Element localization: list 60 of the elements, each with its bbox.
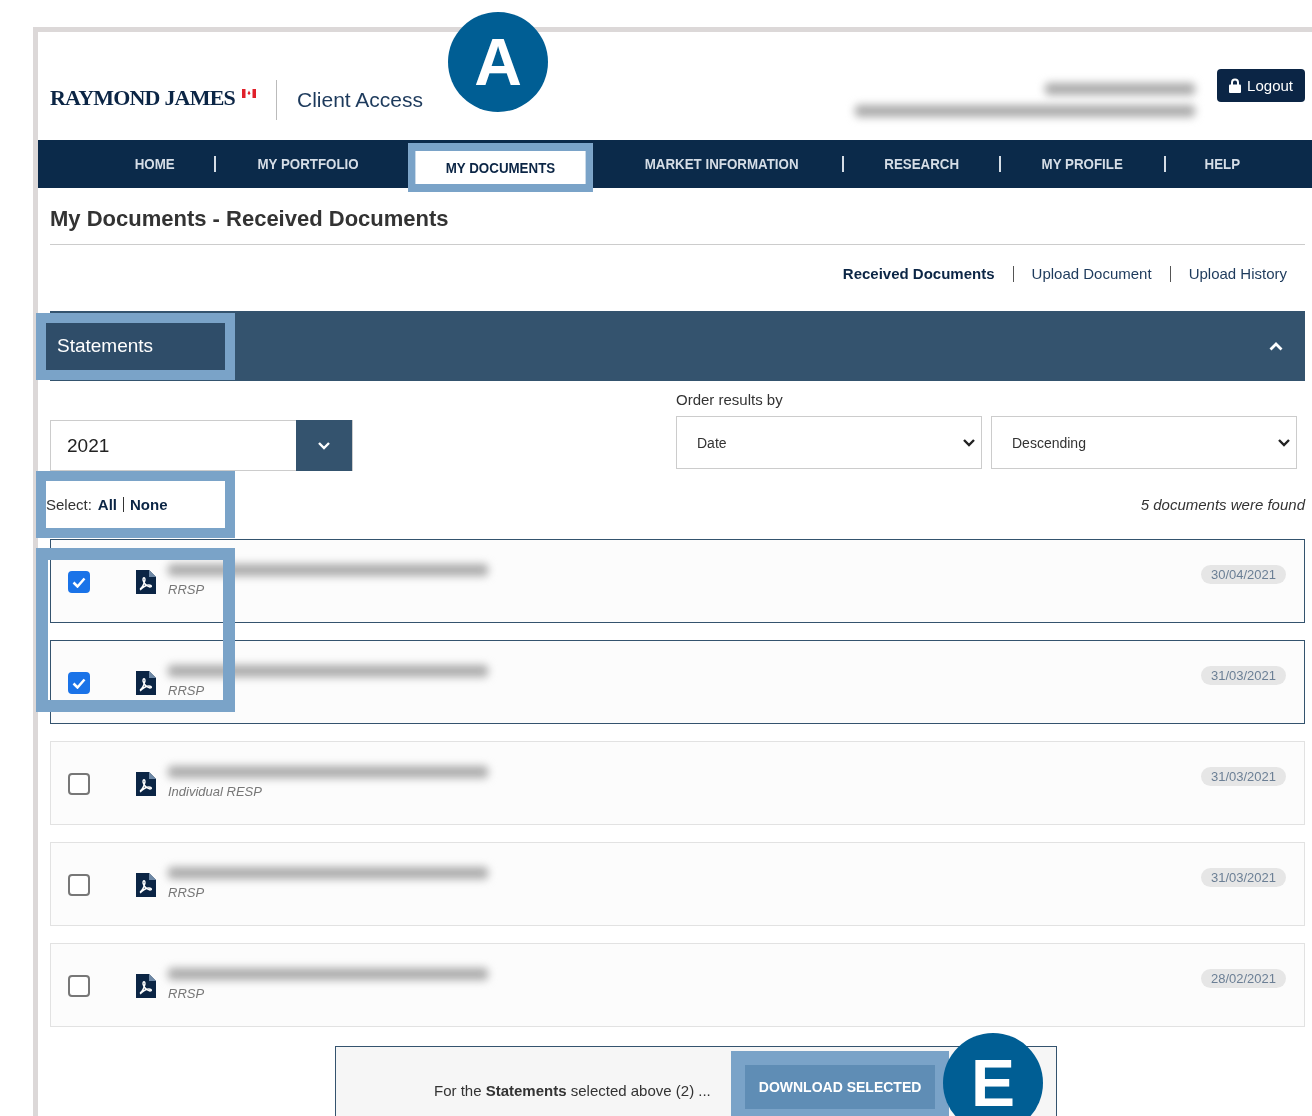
document-row[interactable]: Individual RESP 31/03/2021 <box>50 741 1305 825</box>
pdf-icon <box>136 873 156 897</box>
date-badge: 30/04/2021 <box>1200 565 1286 584</box>
date-badge: 31/03/2021 <box>1200 666 1286 685</box>
nav-tab[interactable]: MY PROFILE <box>1007 156 1158 172</box>
download-button[interactable]: DOWNLOAD SELECTED <box>744 1065 936 1109</box>
pdf-icon <box>136 671 156 695</box>
check-icon <box>72 576 86 588</box>
account-type: RRSP <box>168 986 206 1001</box>
checkbox[interactable] <box>68 672 90 694</box>
pdf-icon <box>136 570 156 594</box>
document-row[interactable]: RRSP 30/04/2021 <box>50 539 1305 623</box>
document-row[interactable]: RRSP 28/02/2021 <box>50 943 1305 1027</box>
nav-tab[interactable]: MARKET INFORMATION <box>610 156 833 172</box>
document-row[interactable]: RRSP 31/03/2021 <box>50 842 1305 926</box>
direction-select[interactable]: Descending <box>991 416 1297 469</box>
checkbox[interactable] <box>68 571 90 593</box>
caret-icon <box>1278 438 1290 447</box>
checkbox[interactable] <box>68 874 90 896</box>
select-all-link[interactable]: All <box>97 496 118 513</box>
nav-tab[interactable]: HELP <box>1170 156 1274 172</box>
select-none-link[interactable]: None <box>130 496 168 513</box>
checkbox[interactable] <box>68 773 90 795</box>
logout-button[interactable]: Logout <box>1217 68 1305 102</box>
date-badge: 31/03/2021 <box>1200 868 1286 887</box>
chevron-up-icon[interactable] <box>1269 341 1283 351</box>
page-title: My Documents - Received Documents <box>50 206 1305 245</box>
chevron-down-icon <box>318 441 330 450</box>
caret-icon <box>963 438 975 447</box>
date-badge: 28/02/2021 <box>1200 969 1286 988</box>
sub-link[interactable]: Received Documents <box>842 265 995 282</box>
result-count: 5 documents were found <box>1140 496 1305 513</box>
document-row[interactable]: RRSP 31/03/2021 <box>50 640 1305 724</box>
checkbox[interactable] <box>68 975 90 997</box>
account-type: Individual RESP <box>168 784 263 799</box>
section-title[interactable]: Statements <box>36 312 235 380</box>
year-select[interactable]: 2021 <box>50 420 353 471</box>
nav-tab[interactable]: HOME <box>100 156 209 172</box>
footer-text: For the Statements selected above (2) ... <box>434 1082 711 1099</box>
callout-badge: E <box>943 1033 1043 1116</box>
pdf-icon <box>136 772 156 796</box>
logo: RAYMOND JAMES <box>50 85 235 111</box>
order-by-select[interactable]: Date <box>676 416 982 469</box>
select-label: Select: <box>46 496 92 513</box>
callout-badge: A <box>448 12 548 112</box>
date-badge: 31/03/2021 <box>1200 767 1286 786</box>
nav-tab[interactable]: MY PORTFOLIO <box>222 156 393 172</box>
sub-link[interactable]: Upload History <box>1188 265 1287 282</box>
pdf-icon <box>136 974 156 998</box>
nav-tab[interactable]: MY DOCUMENTS <box>407 143 593 192</box>
sub-link[interactable]: Upload Document <box>1031 265 1152 282</box>
account-type: RRSP <box>168 885 206 900</box>
flag-icon <box>241 88 256 98</box>
nav-tab[interactable]: RESEARCH <box>850 156 993 172</box>
account-type: RRSP <box>168 683 206 698</box>
lock-icon <box>1229 77 1242 93</box>
product-name: Client Access <box>296 88 424 112</box>
account-type: RRSP <box>168 582 206 597</box>
order-label: Order results by <box>676 391 784 408</box>
check-icon <box>72 677 86 689</box>
